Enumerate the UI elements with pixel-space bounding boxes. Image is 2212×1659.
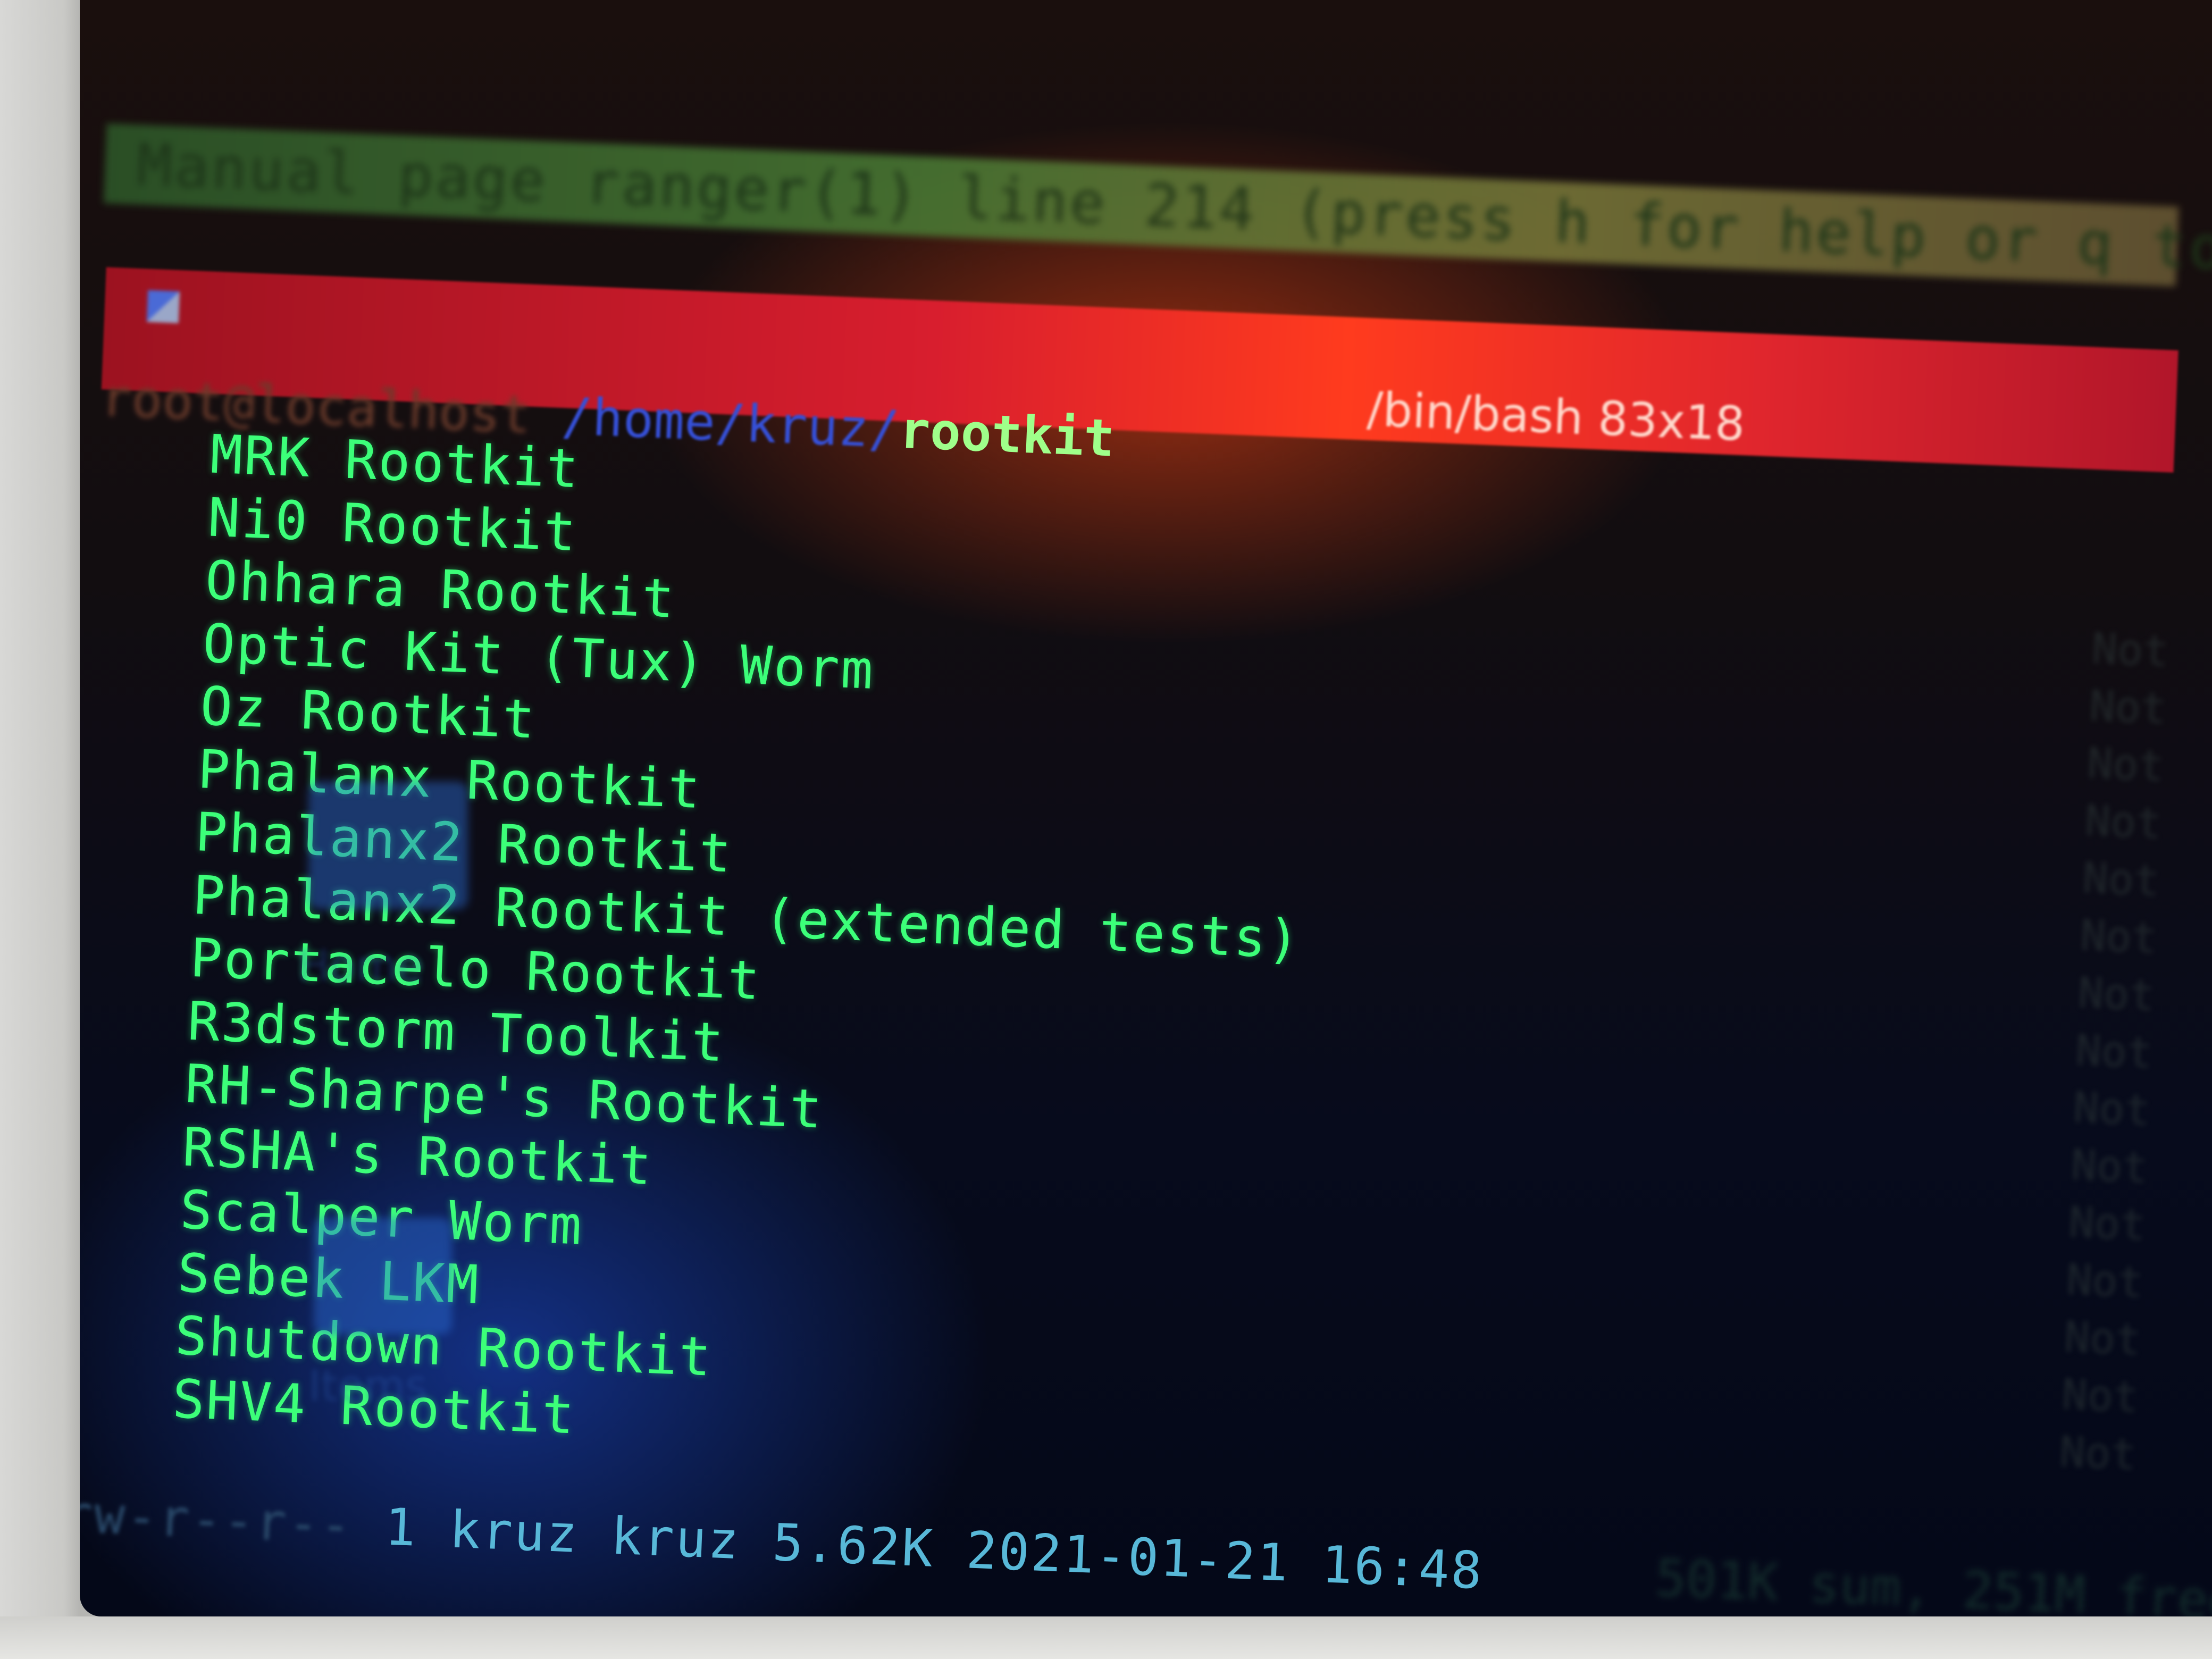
file-permissions: -rw-r--r-- (80, 1482, 354, 1555)
home-folder-label: Home (298, 941, 424, 991)
file-details: 1 kruz kruz 5.62K 2021-01-21 16:48 (383, 1497, 1485, 1601)
preview-row: Not (2086, 738, 2165, 791)
preview-row: Not (2084, 795, 2163, 849)
preview-row: Not (2070, 1140, 2149, 1193)
file-info-line: -rw-r--r-- 1 kruz kruz 5.62K 2021-01-21 … (80, 1483, 1485, 1601)
preview-row: Not (2088, 681, 2168, 734)
preview-row: Not (2081, 853, 2161, 906)
items-label: Items (308, 1361, 428, 1411)
preview-column: Not Not Not Not Not Not Not Not Not Not … (2058, 624, 2212, 1491)
man-status-text: Manual page ranger(1) line 214 (press h … (136, 130, 2212, 292)
preview-row: Not (2077, 968, 2156, 1021)
monitor-screen: Manual page ranger(1) line 214 (press h … (80, 0, 2212, 1616)
monitor-bezel (0, 1616, 2212, 1659)
preview-row: Not (2058, 1427, 2138, 1480)
preview-row: Not (2072, 1083, 2151, 1135)
man-status-bar: Manual page ranger(1) line 214 (press h … (103, 123, 2212, 291)
preview-row: Not (2091, 623, 2170, 676)
terminal-app-icon (146, 290, 180, 323)
home-folder-icon (308, 782, 468, 909)
terminal-size-label: /bin/bash 83x18 (1366, 381, 1746, 452)
preview-row: Not (2074, 1025, 2154, 1078)
disk-status: 501K sum, 251M free (1654, 1548, 2212, 1616)
preview-row: Not (2063, 1312, 2142, 1365)
music-folder-icon (314, 1218, 452, 1335)
preview-row: Not (2060, 1369, 2140, 1422)
preview-row: Not (2065, 1254, 2144, 1308)
preview-row: Not (2079, 910, 2158, 963)
preview-row: Not (2067, 1197, 2147, 1250)
